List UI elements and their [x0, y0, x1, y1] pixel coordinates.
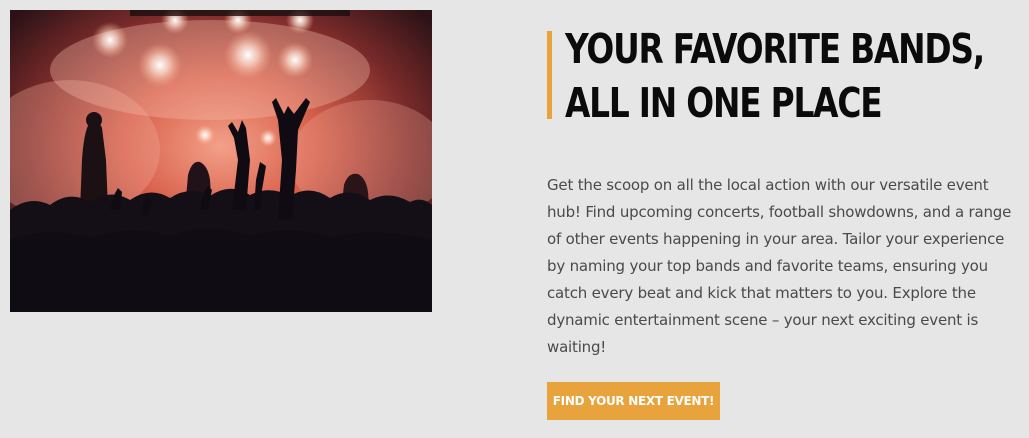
headline-line-2: ALL IN ONE PLACE: [565, 79, 883, 127]
headline-line-1: YOUR FAVORITE BANDS,: [565, 25, 985, 73]
find-event-button[interactable]: FIND YOUR NEXT EVENT!: [547, 382, 720, 420]
concert-photo: [10, 10, 432, 312]
accent-bar: [547, 31, 552, 119]
headline-block: YOUR FAVORITE BANDS, ALL IN ONE PLACE: [547, 22, 1022, 130]
page: YOUR FAVORITE BANDS, ALL IN ONE PLACE Ge…: [0, 0, 1029, 438]
content-column: YOUR FAVORITE BANDS, ALL IN ONE PLACE Ge…: [547, 22, 1022, 420]
concert-illustration: [10, 10, 432, 312]
description-text: Get the scoop on all the local action wi…: [547, 176, 1012, 356]
page-title: YOUR FAVORITE BANDS, ALL IN ONE PLACE: [565, 22, 985, 130]
